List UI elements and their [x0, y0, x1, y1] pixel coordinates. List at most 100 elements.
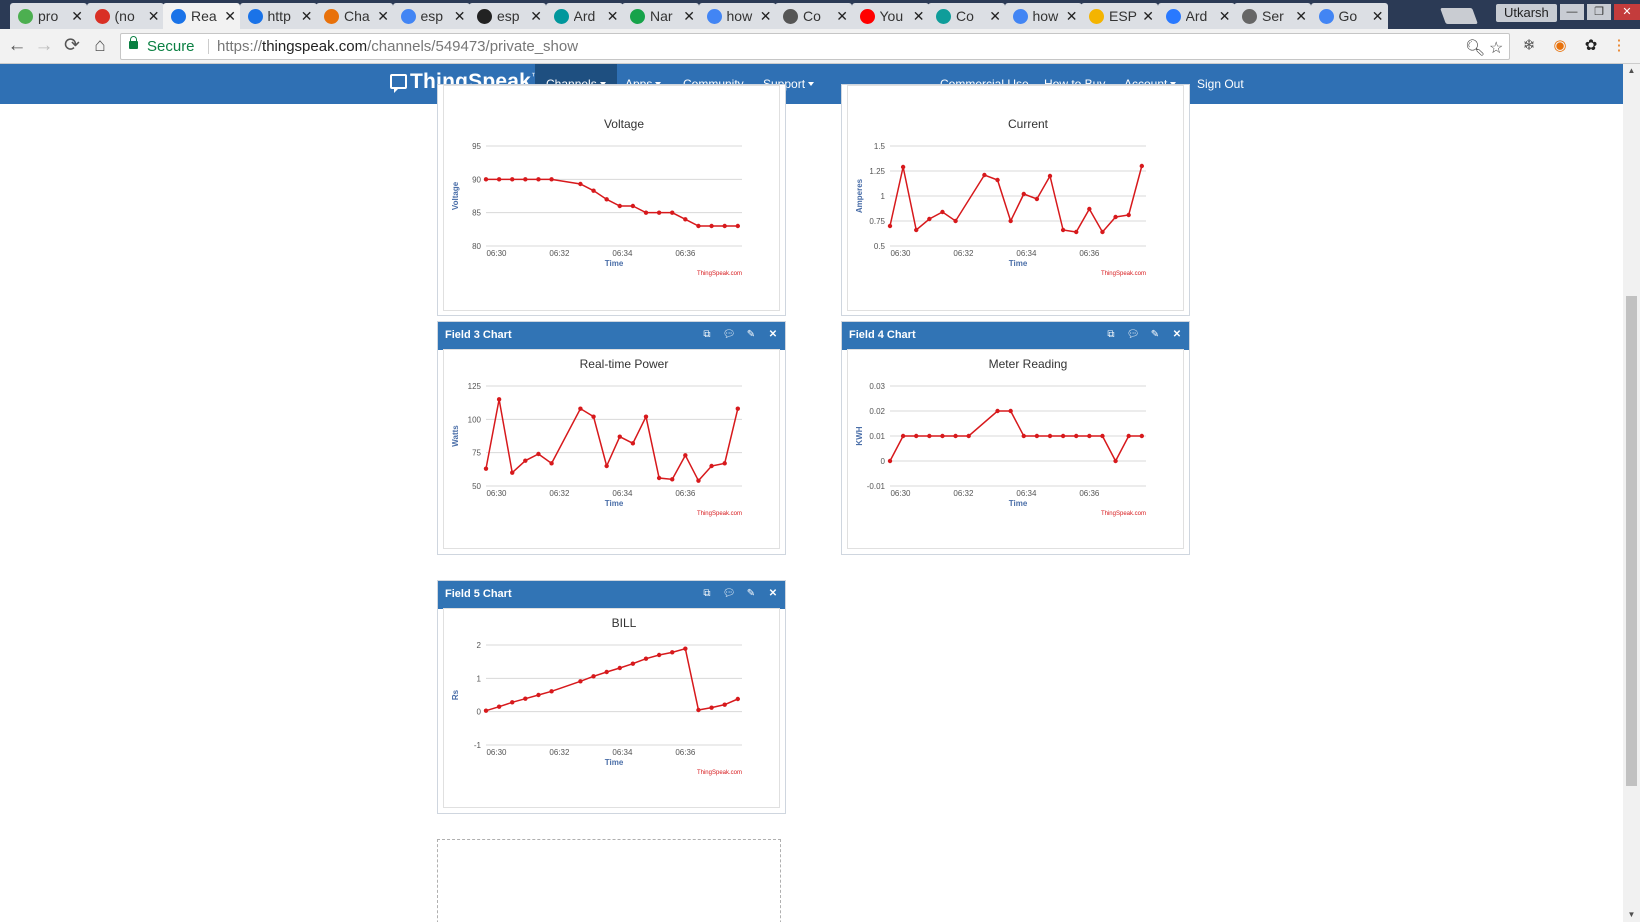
browser-tab[interactable]: how ✕	[698, 3, 776, 29]
reload-icon[interactable]: ⟳	[61, 35, 83, 57]
browser-tab[interactable]: Go ✕	[1310, 3, 1388, 29]
y-tick-label: 100	[468, 415, 482, 424]
address-bar[interactable]: Secure https://thingspeak.com/channels/5…	[120, 33, 1510, 60]
comment-icon[interactable]: 💬︎	[722, 328, 736, 342]
extension-snowflake-icon[interactable]: ❄	[1520, 37, 1538, 55]
data-point	[578, 679, 583, 684]
tab-close-icon[interactable]: ✕	[377, 8, 389, 25]
comment-icon[interactable]: 💬︎	[1126, 328, 1140, 342]
close-icon[interactable]: ✕	[1170, 328, 1184, 342]
cloud-icon	[1165, 8, 1181, 24]
browser-tab[interactable]: Cha ✕	[316, 3, 393, 29]
tab-close-icon[interactable]: ✕	[989, 8, 1001, 25]
scroll-down-arrow-icon[interactable]: ▼	[1623, 908, 1640, 922]
y-axis-label: Amperes	[855, 178, 864, 213]
browser-tab[interactable]: (no ✕	[86, 3, 164, 29]
back-icon[interactable]: ←	[6, 35, 28, 57]
profile-button[interactable]: Utkarsh	[1496, 4, 1557, 22]
tab-close-icon[interactable]: ✕	[71, 8, 83, 25]
tab-close-icon[interactable]: ✕	[148, 8, 160, 25]
data-point	[578, 406, 583, 411]
browser-tab[interactable]: Ser ✕	[1234, 3, 1311, 29]
data-point	[995, 177, 1000, 183]
home-icon[interactable]: ⌂	[89, 35, 111, 57]
x-tick-label: 06:32	[953, 249, 974, 258]
tab-close-icon[interactable]: ✕	[683, 8, 695, 25]
browser-tab[interactable]: esp ✕	[392, 3, 470, 29]
tab-close-icon[interactable]: ✕	[224, 8, 236, 25]
pencil-icon[interactable]: ✎	[744, 587, 758, 601]
close-icon[interactable]: ✕	[766, 328, 780, 342]
data-point	[722, 702, 727, 707]
data-point	[940, 433, 945, 439]
tab-close-icon[interactable]: ✕	[760, 8, 772, 25]
bookmark-star-icon[interactable]: ☆	[1489, 36, 1503, 61]
voltage-chart[interactable]: Voltage 95 90 85 80 06:30 06:32 06:34 06:36 Volta…	[444, 110, 781, 310]
external-link-icon[interactable]: ⧉	[700, 587, 714, 601]
external-link-icon[interactable]: ⧉	[700, 328, 714, 342]
browser-tab[interactable]: how ✕	[1004, 3, 1082, 29]
url-separator	[208, 39, 209, 54]
browser-tab[interactable]: Co ✕	[928, 3, 1005, 29]
x-axis-label: Time	[1009, 499, 1028, 508]
close-window-button[interactable]: ✕	[1614, 4, 1640, 20]
scroll-up-arrow-icon[interactable]: ▲	[1623, 64, 1640, 78]
zoom-icon[interactable]: 🔍︎	[1465, 36, 1485, 61]
close-icon[interactable]: ✕	[766, 587, 780, 601]
tab-close-icon[interactable]: ✕	[1295, 8, 1307, 25]
browser-tab[interactable]: Nar ✕	[622, 3, 699, 29]
data-point	[927, 433, 932, 439]
secure-label: Secure	[147, 38, 195, 55]
browser-tab-title: esp	[497, 8, 520, 24]
arduino-icon	[553, 8, 569, 24]
page-scrollbar[interactable]: ▲ ▼	[1623, 64, 1640, 922]
browser-tab[interactable]: Co ✕	[775, 3, 852, 29]
tab-close-icon[interactable]: ✕	[1372, 8, 1384, 25]
browser-tab[interactable]: Ard ✕	[1157, 3, 1235, 29]
external-link-icon[interactable]: ⧉	[1104, 328, 1118, 342]
browser-tab[interactable]: Ard ✕	[545, 3, 623, 29]
forward-icon[interactable]: →	[33, 35, 55, 57]
x-tick-label: 06:34	[612, 249, 633, 258]
tab-close-icon[interactable]: ✕	[836, 8, 848, 25]
tab-close-icon[interactable]: ✕	[301, 8, 313, 25]
tab-close-icon[interactable]: ✕	[454, 8, 466, 25]
bill-chart[interactable]: BILL 2 1 0 -1 06:30 06:32 06:34 06:36 Rs Time Thing…	[444, 609, 781, 807]
minimize-button[interactable]: —	[1560, 4, 1584, 20]
series-line	[485, 647, 739, 712]
x-tick-label: 06:30	[486, 748, 507, 757]
extension-paw-icon[interactable]: ✿	[1582, 37, 1600, 55]
data-point	[604, 669, 609, 675]
field4-chart-panel: Field 4 Chart ⧉ 💬︎ ✎ ✕ Meter Reading 0.03…	[841, 321, 1190, 555]
browser-tab[interactable]: esp ✕	[469, 3, 546, 29]
tab-close-icon[interactable]: ✕	[913, 8, 925, 25]
maximize-button[interactable]: ❐	[1587, 4, 1611, 20]
browser-tab[interactable]: You ✕	[851, 3, 929, 29]
comment-icon[interactable]: 💬︎	[722, 587, 736, 601]
tab-close-icon[interactable]: ✕	[530, 8, 542, 25]
tab-close-icon[interactable]: ✕	[1142, 8, 1154, 25]
nav-sign-out[interactable]: Sign Out	[1186, 64, 1255, 104]
browser-tab[interactable]: pro ✕	[10, 3, 87, 29]
current-chart[interactable]: Current 1.5 1.25 1 0.75 0.5 06:30 06:32 06:34 06:…	[848, 110, 1185, 310]
extension-icon[interactable]: ◉	[1551, 37, 1569, 55]
data-point	[591, 188, 596, 193]
browser-tab[interactable]: http ✕	[239, 3, 317, 29]
data-point	[735, 696, 741, 702]
field1-chart-box: Voltage 95 90 85 80 06:30 06:32 06:34 06:36 Volta…	[443, 85, 780, 311]
pencil-icon[interactable]: ✎	[744, 328, 758, 342]
power-chart[interactable]: Real-time Power 125 100 75 50 06:30 06:32 06:34…	[444, 350, 781, 548]
data-point	[1060, 227, 1066, 233]
data-point	[1100, 433, 1105, 439]
browser-tab[interactable]: Rea ✕	[163, 3, 240, 29]
menu-icon[interactable]: ⋮	[1610, 37, 1628, 55]
new-tab-button[interactable]	[1440, 8, 1478, 24]
meter-chart[interactable]: Meter Reading 0.03 0.02 0.01 0 -0.01 06:30 06:3…	[848, 350, 1185, 548]
tab-close-icon[interactable]: ✕	[1219, 8, 1231, 25]
browser-tab[interactable]: ESP ✕	[1081, 3, 1158, 29]
add-visualization-placeholder[interactable]	[437, 839, 781, 922]
tab-close-icon[interactable]: ✕	[1066, 8, 1078, 25]
scrollbar-thumb[interactable]	[1626, 296, 1637, 786]
tab-close-icon[interactable]: ✕	[607, 8, 619, 25]
pencil-icon[interactable]: ✎	[1148, 328, 1162, 342]
